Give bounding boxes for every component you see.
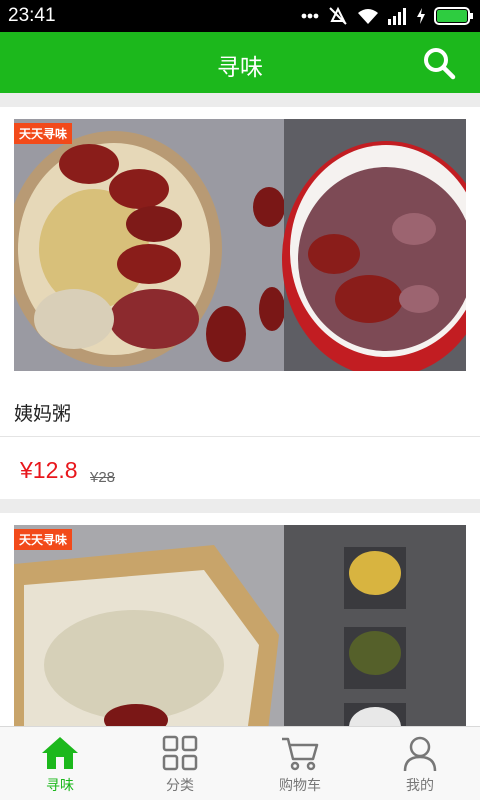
porridge-photo — [14, 119, 466, 371]
cart-icon — [282, 737, 319, 771]
tab-label: 寻味 — [46, 778, 74, 794]
promo-tag: 天天寻味 — [14, 123, 73, 144]
tab-label: 分类 — [166, 778, 194, 794]
grid-icon — [162, 735, 198, 771]
promo-tag: 天天寻味 — [14, 529, 73, 550]
more-dots-icon — [301, 13, 319, 19]
tab-label: 我的 — [406, 778, 434, 794]
product-image[interactable]: 天天寻味 — [14, 119, 466, 371]
search-icon[interactable] — [422, 46, 456, 80]
home-icon — [42, 737, 78, 769]
product-image[interactable]: 天天寻味 — [14, 525, 466, 726]
tab-profile[interactable]: 我的 — [360, 727, 480, 800]
tab-home[interactable]: 寻味 — [0, 727, 120, 800]
product-name[interactable]: 姨妈粥 — [14, 399, 71, 426]
page-title: 寻味 — [217, 55, 263, 81]
product-feed[interactable]: 天天寻味 姨妈粥 ¥12.8 ¥28 天天寻味 — [0, 93, 480, 726]
battery-icon — [434, 7, 473, 25]
status-time: 23:41 — [8, 5, 56, 26]
user-icon — [403, 736, 437, 772]
divider — [0, 436, 480, 437]
product-card[interactable]: 天天寻味 — [0, 513, 480, 726]
charging-icon — [417, 8, 425, 24]
status-icons — [301, 5, 474, 27]
tab-category[interactable]: 分类 — [120, 727, 240, 800]
original-price: ¥28 — [90, 469, 116, 486]
signal-icon — [388, 8, 406, 25]
wifi-icon — [358, 9, 378, 24]
bottom-tab-bar: 寻味 分类 购物车 我的 — [0, 726, 480, 800]
tab-cart[interactable]: 购物车 — [240, 727, 360, 800]
product-price: ¥12.8 — [20, 457, 78, 483]
mute-icon — [329, 6, 347, 25]
status-bar: 23:41 — [0, 0, 480, 32]
product-card[interactable]: 天天寻味 姨妈粥 ¥12.8 ¥28 — [0, 107, 480, 499]
app-header: 寻味 — [0, 32, 480, 93]
grains-photo — [14, 525, 466, 726]
tab-label: 购物车 — [279, 778, 321, 794]
